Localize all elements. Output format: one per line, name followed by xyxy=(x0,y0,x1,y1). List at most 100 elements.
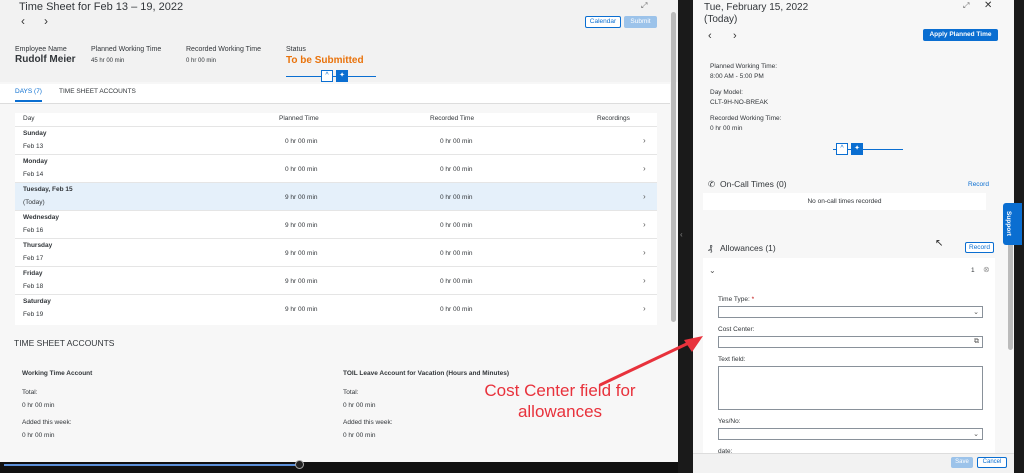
account-added: 0 hr 00 min xyxy=(22,432,55,439)
row-recorded: 0 hr 00 min xyxy=(440,306,473,313)
allowance-record-button[interactable]: Record xyxy=(965,242,994,253)
col-planned: Planned Time xyxy=(279,115,319,122)
required-marker: * xyxy=(751,296,755,303)
prev-week-icon[interactable]: ‹ xyxy=(21,14,25,28)
cost-center-label: Cost Center: xyxy=(718,326,755,333)
row-day: Saturday xyxy=(23,298,51,305)
recorded-value: 0 hr 00 min xyxy=(186,58,217,64)
text-field-input[interactable] xyxy=(718,366,983,410)
next-day-icon[interactable]: › xyxy=(733,30,737,42)
chevron-right-icon: › xyxy=(643,304,646,313)
allowances-title: Allowances (1) xyxy=(720,243,776,253)
pin-header-icon[interactable]: ✦ xyxy=(851,143,863,155)
row-date: Feb 14 xyxy=(23,171,44,178)
recorded-time-value: 0 hr 00 min xyxy=(710,125,743,132)
row-recorded: 0 hr 00 min xyxy=(440,278,473,285)
recorded-time-label: Recorded Working Time: xyxy=(710,115,782,122)
oncall-title: On-Call Times (0) xyxy=(720,179,787,189)
row-date: Feb 16 xyxy=(23,227,44,234)
timesheet-tabs: DAYS (7) TIME SHEET ACCOUNTS xyxy=(0,84,670,104)
remove-icon[interactable]: ⊗ xyxy=(983,265,990,274)
row-date: (Today) xyxy=(23,199,45,206)
chevron-down-icon: ⌄ xyxy=(973,431,979,438)
table-row[interactable]: Wednesday Feb 16 9 hr 00 min 0 hr 00 min… xyxy=(15,210,657,238)
timesheet-header: Time Sheet for Feb 13 – 19, 2022 ‹ › ⤢ C… xyxy=(0,0,678,82)
detail-today: (Today) xyxy=(704,14,738,25)
next-week-icon[interactable]: › xyxy=(44,14,48,28)
row-date: Feb 19 xyxy=(23,311,44,318)
table-row[interactable]: Friday Feb 18 9 hr 00 min 0 hr 00 min › xyxy=(15,266,657,294)
text-field-label: Text field: xyxy=(718,356,746,363)
oncall-record-link[interactable]: Record xyxy=(968,181,989,188)
status-label: Status xyxy=(286,46,306,53)
table-row[interactable]: Monday Feb 14 0 hr 00 min 0 hr 00 min › xyxy=(15,154,657,182)
row-day: Wednesday xyxy=(23,214,60,221)
chevron-right-icon: › xyxy=(643,248,646,257)
video-progress[interactable] xyxy=(4,464,300,466)
support-tab[interactable]: Support xyxy=(1003,203,1022,245)
tab-accounts[interactable]: TIME SHEET ACCOUNTS xyxy=(59,88,136,95)
col-recorded: Recorded Time xyxy=(430,115,475,122)
table-row[interactable]: Sunday Feb 13 0 hr 00 min 0 hr 00 min › xyxy=(15,126,657,154)
detail-date: Tue, February 15, 2022 xyxy=(704,2,809,13)
row-recorded: 0 hr 00 min xyxy=(440,166,473,173)
status-badge: To be Submitted xyxy=(286,55,364,66)
fullscreen-icon[interactable]: ⤢ xyxy=(641,1,647,11)
time-type-label: Time Type: * xyxy=(718,296,754,303)
timesheet-scrollbar[interactable] xyxy=(671,12,676,322)
fullscreen-icon[interactable]: ⤢ xyxy=(963,1,969,11)
employee-name: Rudolf Meier xyxy=(15,54,76,65)
chevron-right-icon: › xyxy=(643,276,646,285)
table-header: Day Planned Time Recorded Time Recording… xyxy=(15,113,657,126)
planned-label: Planned Working Time xyxy=(91,46,162,53)
close-icon[interactable]: ✕ xyxy=(984,0,992,11)
cancel-button[interactable]: Cancel xyxy=(977,457,1007,468)
annotation-text: Cost Center field for allowances xyxy=(484,381,636,421)
row-planned: 9 hr 00 min xyxy=(285,194,318,201)
day-detail-panel: Tue, February 15, 2022 (Today) ⤢ ✕ ‹ › A… xyxy=(693,0,1014,473)
row-day: Sunday xyxy=(23,130,47,137)
screen: Time Sheet for Feb 13 – 19, 2022 ‹ › ⤢ C… xyxy=(0,0,1024,473)
row-planned: 9 hr 00 min xyxy=(285,250,318,257)
row-date: Feb 13 xyxy=(23,143,44,150)
submit-button[interactable]: Submit xyxy=(624,16,657,28)
oncall-empty-message: No on-call times recorded xyxy=(703,193,986,210)
table-row-selected[interactable]: Tuesday, Feb 15 (Today) 9 hr 00 min 0 hr… xyxy=(15,182,657,210)
row-date: Feb 17 xyxy=(23,255,44,262)
video-progress-knob[interactable] xyxy=(295,460,304,469)
mouse-cursor-icon: ↖ xyxy=(935,238,944,249)
account-name: Working Time Account xyxy=(22,370,93,377)
value-help-icon[interactable]: ⧉ xyxy=(974,338,979,346)
row-planned: 0 hr 00 min xyxy=(285,166,318,173)
table-row[interactable]: Saturday Feb 19 9 hr 00 min 0 hr 00 min … xyxy=(15,294,657,322)
collapse-header-icon[interactable]: ^ xyxy=(321,70,333,82)
table-row[interactable]: Thursday Feb 17 9 hr 00 min 0 hr 00 min … xyxy=(15,238,657,266)
row-planned: 9 hr 00 min xyxy=(285,306,318,313)
time-type-select[interactable]: ⌄ xyxy=(718,306,983,318)
calendar-button[interactable]: Calendar xyxy=(585,16,621,28)
row-recorded: 0 hr 00 min xyxy=(440,194,473,201)
yes-no-select[interactable]: ⌄ xyxy=(718,428,983,440)
support-label: Support xyxy=(1005,211,1012,236)
row-recorded: 0 hr 00 min xyxy=(440,250,473,257)
row-day: Thursday xyxy=(23,242,53,249)
allowance-icon: ₰ xyxy=(708,243,713,253)
save-button[interactable]: Save xyxy=(951,457,973,468)
detail-footer: Save Cancel xyxy=(693,453,1014,473)
chevron-down-icon[interactable]: ⌄ xyxy=(709,266,716,275)
prev-day-icon[interactable]: ‹ xyxy=(708,30,712,42)
row-day: Tuesday, Feb 15 xyxy=(23,186,73,193)
apply-planned-time-button[interactable]: Apply Planned Time xyxy=(923,29,998,41)
collapse-header-icon[interactable]: ^ xyxy=(836,143,848,155)
cost-center-input[interactable]: ⧉ xyxy=(718,336,983,348)
col-day: Day xyxy=(23,115,35,122)
row-date: Feb 18 xyxy=(23,283,44,290)
pin-header-icon[interactable]: ✦ xyxy=(336,70,348,82)
phone-icon: ✆ xyxy=(708,179,716,189)
employee-label: Employee Name xyxy=(15,46,67,53)
chevron-right-icon: › xyxy=(643,164,646,173)
row-planned: 9 hr 00 min xyxy=(285,278,318,285)
days-table: Day Planned Time Recorded Time Recording… xyxy=(15,113,657,325)
panel-resize-icon[interactable]: ‹ xyxy=(680,230,683,239)
tab-days[interactable]: DAYS (7) xyxy=(15,88,42,102)
